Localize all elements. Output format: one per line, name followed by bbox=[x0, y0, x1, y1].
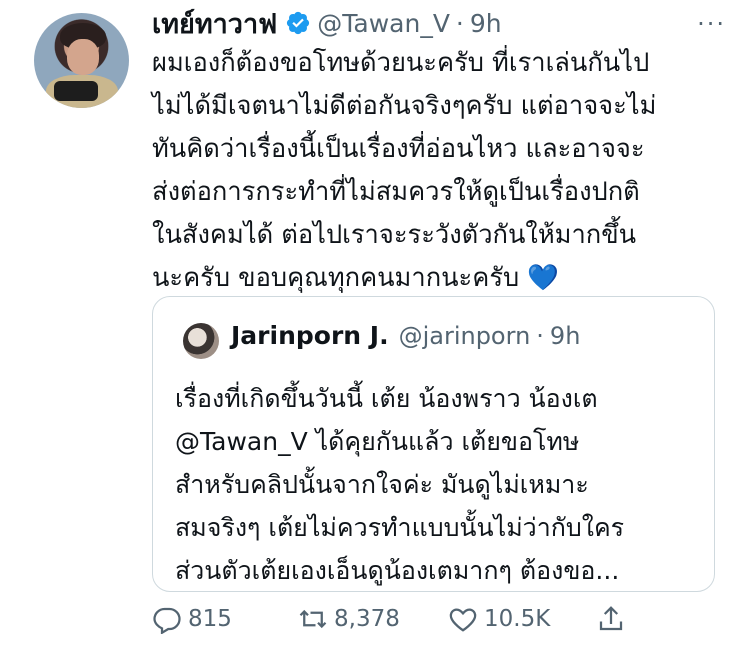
tweet-header: เทย์ทาวาฟ @Tawan_V · 9h bbox=[152, 6, 502, 40]
more-options-icon[interactable]: ··· bbox=[697, 10, 726, 38]
retweet-icon bbox=[299, 609, 327, 629]
action-bar: 815 8,378 10.5K bbox=[152, 604, 652, 650]
heart-icon bbox=[449, 608, 477, 632]
quoted-timestamp[interactable]: 9h bbox=[550, 322, 580, 350]
tweet-text-line: ผมเองก็ต้องขอโทษด้วยนะครับ ที่เราเล่นกัน… bbox=[152, 48, 650, 78]
profile-avatar[interactable] bbox=[34, 13, 129, 108]
quoted-tweet[interactable]: Jarinporn J. @jarinporn · 9h เรื่องที่เก… bbox=[152, 296, 715, 592]
display-name[interactable]: เทย์ทาวาฟ bbox=[152, 2, 277, 45]
like-button[interactable]: 10.5K bbox=[448, 604, 550, 634]
like-count: 10.5K bbox=[484, 606, 551, 632]
quoted-header: Jarinporn J. @jarinporn · 9h bbox=[231, 321, 580, 350]
tweet-text-line: ในสังคมได้ ต่อไปเราจะระวังตัวกันให้มากขึ… bbox=[152, 220, 637, 250]
quoted-text-line: @Tawan_V ได้คุยกันแล้ว เต้ยขอโทษ bbox=[175, 427, 580, 456]
quoted-display-name[interactable]: Jarinporn J. bbox=[231, 321, 389, 350]
camera-icon bbox=[54, 81, 98, 101]
tweet-text-line: ส่งต่อการกระทำที่ไม่สมควรให้ดูเป็นเรื่อง… bbox=[152, 177, 640, 207]
quoted-text-line: เรื่องที่เกิดขึ้นวันนี้ เต้ย น้องพราว น้… bbox=[175, 384, 598, 413]
retweet-count: 8,378 bbox=[334, 606, 400, 632]
verified-badge-icon bbox=[287, 11, 310, 35]
quoted-avatar[interactable] bbox=[183, 323, 219, 359]
handle[interactable]: @Tawan_V bbox=[317, 9, 450, 38]
reply-icon bbox=[153, 607, 181, 634]
separator-dot: · bbox=[455, 8, 464, 38]
quoted-handle[interactable]: @jarinporn bbox=[399, 322, 531, 350]
quoted-separator-dot: · bbox=[536, 321, 544, 350]
quoted-text-line: ส่วนตัวเต้ยเองเอ็นดูน้องเตมากๆ ต้องขอ... bbox=[175, 556, 620, 585]
reply-count: 815 bbox=[188, 606, 232, 632]
quoted-text-line: สำหรับคลิปนั้นจากใจค่ะ มันดูไม่เหมาะ bbox=[175, 470, 589, 499]
reply-button[interactable]: 815 bbox=[152, 604, 232, 634]
avatar-face bbox=[67, 39, 99, 75]
quoted-text-line: สมจริงๆ เต้ยไม่ควรทำแบบนั้นไม่ว่ากับใคร bbox=[175, 513, 625, 542]
timestamp[interactable]: 9h bbox=[470, 9, 502, 38]
share-button[interactable] bbox=[596, 604, 632, 634]
tweet-text: ผมเองก็ต้องขอโทษด้วยนะครับ ที่เราเล่นกัน… bbox=[152, 42, 727, 300]
quoted-text: เรื่องที่เกิดขึ้นวันนี้ เต้ย น้องพราว น้… bbox=[175, 377, 705, 592]
tweet-text-line: นะครับ ขอบคุณทุกคนมากนะครับ 💙 bbox=[152, 263, 560, 293]
retweet-button[interactable]: 8,378 bbox=[298, 604, 400, 634]
share-icon bbox=[599, 606, 623, 631]
tweet-text-line: ทันคิดว่าเรื่องนี้เป็นเรื่องที่อ่อนไหว แ… bbox=[152, 134, 645, 164]
tweet-text-line: ไม่ได้มีเจตนาไม่ดีต่อกันจริงๆครับ แต่อาจ… bbox=[152, 91, 657, 121]
